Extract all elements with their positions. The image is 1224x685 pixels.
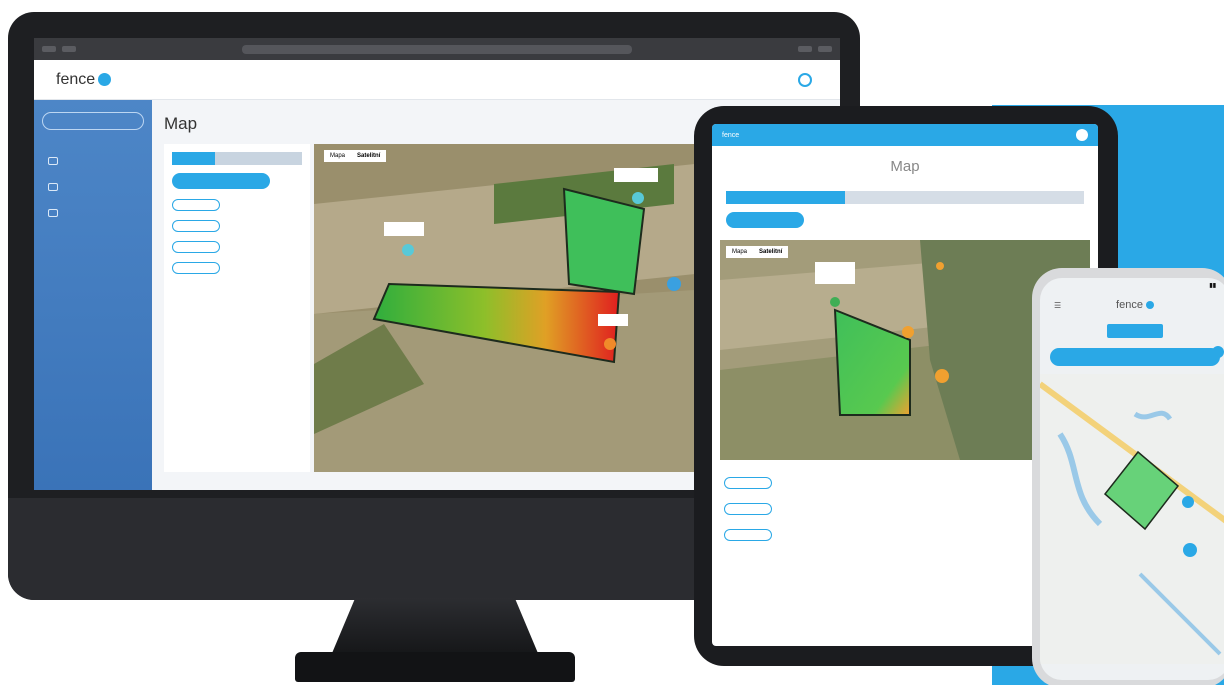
list-item-button[interactable] bbox=[172, 199, 220, 211]
list-item[interactable] bbox=[172, 220, 302, 232]
signal-icon: ▮▮ bbox=[1209, 283, 1216, 289]
list-tab[interactable] bbox=[215, 152, 259, 165]
map-type-satellite[interactable]: Satelitní bbox=[351, 150, 386, 162]
device-marker-icon[interactable] bbox=[830, 297, 840, 307]
tablet-page-title: Map bbox=[890, 158, 920, 175]
device-marker-icon[interactable] bbox=[1182, 496, 1194, 508]
phone-status-bar: ▮▮ bbox=[1040, 278, 1224, 294]
list-item[interactable] bbox=[172, 262, 302, 274]
phone-app-header: ☰ fence bbox=[1040, 294, 1224, 316]
tablet-tab[interactable] bbox=[964, 191, 1084, 204]
phone-tab[interactable] bbox=[1167, 324, 1224, 338]
map-background bbox=[1040, 374, 1224, 664]
tablet-tab[interactable] bbox=[726, 191, 846, 204]
sidebar-item-3[interactable] bbox=[42, 204, 144, 222]
logo-mark-icon bbox=[1145, 301, 1154, 309]
map-label bbox=[598, 314, 628, 326]
tablet-app-header: fence bbox=[712, 124, 1098, 146]
filter-button[interactable] bbox=[172, 173, 270, 189]
list-tab[interactable] bbox=[258, 152, 302, 165]
chart-icon bbox=[48, 209, 58, 217]
map-type-satellite[interactable]: Satelitní bbox=[753, 246, 788, 258]
sidebar-action-button[interactable] bbox=[42, 112, 144, 130]
device-marker-icon[interactable] bbox=[632, 192, 644, 204]
app-header: fence bbox=[34, 60, 840, 100]
list-item-button[interactable] bbox=[724, 503, 772, 515]
tablet-map-type-toggle: Mapa Satelitní bbox=[726, 246, 789, 258]
logo-text: fence bbox=[56, 70, 96, 88]
user-avatar-icon bbox=[798, 72, 812, 87]
phone-road-map[interactable] bbox=[1040, 346, 1224, 664]
tablet-filter-button[interactable] bbox=[726, 212, 804, 228]
alert-marker-icon[interactable] bbox=[604, 338, 616, 350]
sidebar bbox=[34, 100, 152, 490]
list-item-button[interactable] bbox=[172, 241, 220, 253]
window-control[interactable] bbox=[42, 46, 56, 52]
window-control[interactable] bbox=[798, 46, 812, 52]
tablet-logo[interactable]: fence bbox=[722, 132, 739, 139]
sidebar-item-1[interactable] bbox=[42, 152, 144, 170]
user-menu[interactable] bbox=[798, 72, 818, 87]
sidebar-item-icon bbox=[48, 157, 58, 165]
phone-logo-text[interactable]: fence bbox=[1116, 299, 1143, 311]
window-control[interactable] bbox=[62, 46, 76, 52]
zone-list-panel bbox=[164, 144, 310, 472]
location-marker-icon[interactable] bbox=[1183, 543, 1197, 557]
device-marker-icon[interactable] bbox=[402, 244, 414, 256]
list-item-button[interactable] bbox=[172, 262, 220, 274]
browser-chrome bbox=[34, 38, 840, 60]
product-mockup-stage: fence Map Mapa Satelitní fence Map Mapa … bbox=[0, 0, 1224, 685]
list-item[interactable] bbox=[172, 199, 302, 211]
monitor-stand-base bbox=[295, 652, 575, 682]
address-bar[interactable] bbox=[242, 44, 632, 54]
phone-tabs bbox=[1046, 324, 1224, 338]
tablet-tabs bbox=[726, 191, 1084, 204]
list-item-button[interactable] bbox=[172, 220, 220, 232]
map-type-map[interactable]: Mapa bbox=[324, 150, 351, 162]
alert-marker-icon[interactable] bbox=[902, 326, 914, 338]
sidebar-item-icon bbox=[48, 183, 58, 191]
sidebar-item-2[interactable] bbox=[42, 178, 144, 196]
list-item[interactable] bbox=[172, 241, 302, 253]
window-control[interactable] bbox=[818, 46, 832, 52]
list-item-button[interactable] bbox=[724, 529, 772, 541]
locate-button[interactable] bbox=[1212, 346, 1224, 358]
map-type-toggle: Mapa Satelitní bbox=[324, 150, 387, 162]
map-type-map[interactable]: Mapa bbox=[726, 246, 753, 258]
menu-icon[interactable]: ☰ bbox=[1054, 301, 1061, 310]
tablet-tab[interactable] bbox=[845, 191, 965, 204]
logo-mark-icon bbox=[98, 73, 112, 86]
phone-screen: ▮▮ ☰ fence bbox=[1040, 278, 1224, 680]
list-item-button[interactable] bbox=[724, 477, 772, 489]
map-label bbox=[384, 222, 424, 236]
phone-tab[interactable] bbox=[1106, 324, 1164, 338]
map-label bbox=[614, 168, 658, 182]
alert-marker-icon[interactable] bbox=[936, 262, 944, 270]
monitor-stand bbox=[330, 598, 540, 658]
alert-marker-icon[interactable] bbox=[935, 369, 949, 383]
device-marker-icon[interactable] bbox=[667, 277, 681, 291]
fence-logo[interactable]: fence bbox=[56, 70, 112, 89]
map-label bbox=[815, 262, 855, 284]
phone-tab[interactable] bbox=[1046, 324, 1103, 338]
tablet-user-avatar-icon[interactable] bbox=[1076, 129, 1088, 141]
list-tabs bbox=[172, 152, 302, 165]
list-tab[interactable] bbox=[172, 152, 216, 165]
phone-filter-button[interactable] bbox=[1050, 348, 1220, 366]
phone-map-canvas[interactable] bbox=[1040, 374, 1224, 664]
